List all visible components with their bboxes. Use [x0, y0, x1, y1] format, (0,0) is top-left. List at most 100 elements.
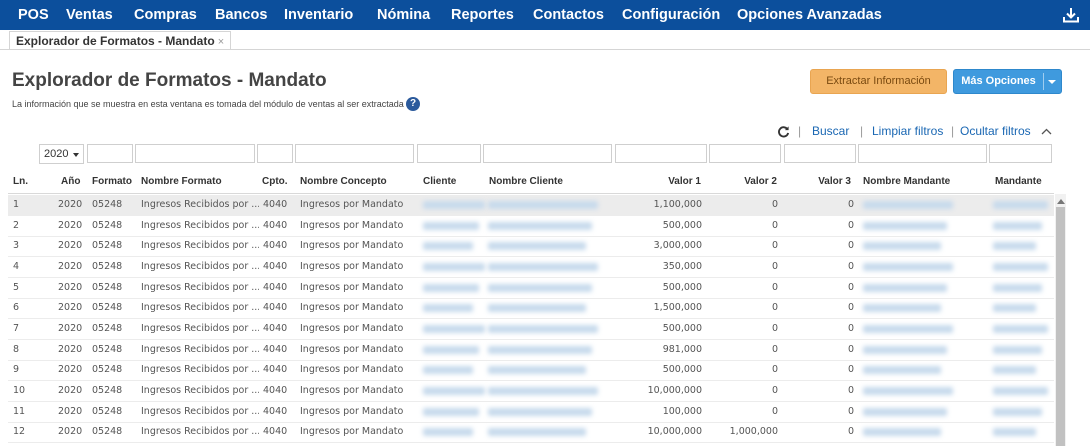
filter-nombre-mandante-input[interactable]: [858, 144, 987, 163]
cell-year: 2020: [58, 219, 82, 231]
cell-year: 2020: [58, 426, 82, 438]
cell-v3: 0: [847, 219, 854, 231]
nav-item-reportes[interactable]: Reportes: [451, 0, 514, 30]
cell-v3: 0: [847, 323, 854, 335]
redacted-value: [993, 263, 1048, 271]
cell-v2: 0: [771, 364, 778, 376]
redacted-value: [863, 366, 941, 375]
cell-year: 2020: [58, 385, 82, 397]
cell-fmt_name: Ingresos Recibidos por ...: [141, 364, 259, 376]
col-header-ln[interactable]: Ln.: [13, 176, 28, 187]
col-header-nombre-mandante[interactable]: Nombre Mandante: [863, 176, 950, 187]
cell-ln: 3: [13, 240, 20, 252]
col-header-formato[interactable]: Formato: [92, 176, 132, 187]
cell-v1: 350,000: [662, 261, 702, 272]
chevron-up-icon[interactable]: [1041, 128, 1052, 135]
redacted-value: [423, 428, 473, 437]
col-header-nombre-formato[interactable]: Nombre Formato: [141, 176, 222, 187]
year-filter-select[interactable]: 2020: [39, 144, 84, 164]
scroll-up-icon[interactable]: [1057, 199, 1065, 204]
cell-v1: 981,000: [662, 343, 702, 355]
filter-cpto-input[interactable]: [257, 144, 293, 163]
col-header-ano[interactable]: Año: [61, 176, 80, 187]
cell-v2: 0: [771, 302, 778, 314]
nav-item-compras[interactable]: Compras: [134, 0, 197, 30]
vertical-scrollbar[interactable]: [1055, 194, 1066, 446]
redacted-value: [423, 283, 479, 292]
refresh-icon[interactable]: [777, 125, 790, 138]
col-header-cpto[interactable]: Cpto.: [262, 176, 288, 187]
redacted-value: [488, 387, 598, 396]
cell-concept: Ingresos por Mandato: [300, 281, 404, 293]
cell-fmt: 05248: [92, 219, 123, 231]
cell-v1: 1,100,000: [653, 199, 702, 210]
col-header-nombre-concepto[interactable]: Nombre Concepto: [300, 176, 387, 187]
redacted-value: [863, 304, 941, 313]
hide-filters-link[interactable]: Ocultar filtros: [960, 124, 1031, 138]
filter-nombre-concepto-input[interactable]: [295, 144, 414, 163]
table-row[interactable]: 9 2020 05248 Ingresos Recibidos por ... 4040…: [8, 360, 1054, 382]
cell-fmt_name: Ingresos Recibidos por ...: [141, 343, 259, 355]
close-tab-icon[interactable]: ×: [218, 36, 224, 48]
cell-year: 2020: [58, 405, 82, 417]
col-header-cliente[interactable]: Cliente: [423, 176, 456, 187]
nav-item-nomina[interactable]: Nómina: [377, 0, 430, 30]
cell-v1: 500,000: [662, 323, 702, 335]
filter-valor2-input[interactable]: [709, 144, 781, 163]
table-row[interactable]: 10 2020 05248 Ingresos Recibidos por ... 404…: [8, 381, 1054, 403]
scrollbar-thumb[interactable]: [1056, 207, 1065, 446]
filter-cliente-input[interactable]: [417, 144, 481, 163]
extract-info-button[interactable]: Extractar Información: [810, 69, 947, 94]
nav-item-pos[interactable]: POS: [18, 0, 49, 30]
cell-v1: 500,000: [662, 219, 702, 231]
filter-formato-input[interactable]: [87, 144, 133, 163]
table-row[interactable]: 2 2020 05248 Ingresos Recibidos por ... 4040…: [8, 216, 1054, 237]
cell-v2: 0: [771, 385, 778, 397]
filter-nombre-cliente-input[interactable]: [483, 144, 612, 163]
table-row[interactable]: 7 2020 05248 Ingresos Recibidos por ... 4040…: [8, 319, 1054, 341]
table-row[interactable]: 4 2020 05248 Ingresos Recibidos por ... 4040…: [8, 257, 1054, 278]
col-header-valor2[interactable]: Valor 2: [734, 176, 777, 187]
cell-v3: 0: [847, 199, 854, 210]
clear-filters-link[interactable]: Limpiar filtros: [872, 124, 943, 138]
tab-divider: [0, 49, 1090, 50]
search-link[interactable]: Buscar: [812, 124, 849, 138]
cell-fmt: 05248: [92, 240, 123, 252]
filter-valor3-input[interactable]: [784, 144, 856, 163]
col-header-valor3[interactable]: Valor 3: [808, 176, 851, 187]
filter-valor1-input[interactable]: [615, 144, 707, 163]
table-row[interactable]: 6 2020 05248 Ingresos Recibidos por ... 4040…: [8, 298, 1054, 320]
col-header-nombre-cliente[interactable]: Nombre Cliente: [489, 176, 563, 187]
table-row[interactable]: 3 2020 05248 Ingresos Recibidos por ... 4040…: [8, 236, 1054, 258]
col-header-mandante[interactable]: Mandante: [995, 176, 1042, 187]
caret-down-icon[interactable]: [1048, 80, 1056, 84]
cell-fmt: 05248: [92, 281, 123, 293]
nav-item-contactos[interactable]: Contactos: [533, 0, 604, 30]
table-row[interactable]: 8 2020 05248 Ingresos Recibidos por ... 4040…: [8, 340, 1054, 361]
nav-item-bancos[interactable]: Bancos: [215, 0, 267, 30]
table-row[interactable]: 12 2020 05248 Ingresos Recibidos por ... 404…: [8, 422, 1054, 444]
nav-item-inventario[interactable]: Inventario: [284, 0, 353, 30]
table-row[interactable]: 1 2020 05248 Ingresos Recibidos por ... 4040…: [8, 195, 1054, 216]
table-row[interactable]: 11 2020 05248 Ingresos Recibidos por ... 404…: [8, 402, 1054, 423]
cell-v2: 0: [771, 219, 778, 231]
redacted-value: [993, 407, 1042, 416]
cell-cpto: 4040: [263, 343, 288, 355]
help-icon[interactable]: ?: [406, 97, 420, 111]
col-header-valor1[interactable]: Valor 1: [660, 176, 701, 187]
nav-item-opciones-avanzadas[interactable]: Opciones Avanzadas: [737, 0, 882, 30]
nav-item-ventas[interactable]: Ventas: [66, 0, 113, 30]
tab-explorador-mandato[interactable]: Explorador de Formatos - Mandato ×: [9, 31, 232, 50]
cell-concept: Ingresos por Mandato: [300, 323, 404, 335]
download-icon[interactable]: [1062, 7, 1080, 23]
table-row[interactable]: 5 2020 05248 Ingresos Recibidos por ... 4040…: [8, 278, 1054, 299]
redacted-value: [423, 242, 473, 251]
filter-mandante-input[interactable]: [989, 144, 1052, 163]
cell-v3: 0: [847, 343, 854, 355]
cell-v2: 0: [771, 323, 778, 335]
filter-nombre-formato-input[interactable]: [135, 144, 255, 163]
nav-item-configuracion[interactable]: Configuración: [622, 0, 720, 30]
more-options-button[interactable]: Más Opciones: [953, 69, 1062, 94]
cell-cpto: 4040: [263, 302, 288, 314]
redacted-value: [863, 345, 947, 354]
